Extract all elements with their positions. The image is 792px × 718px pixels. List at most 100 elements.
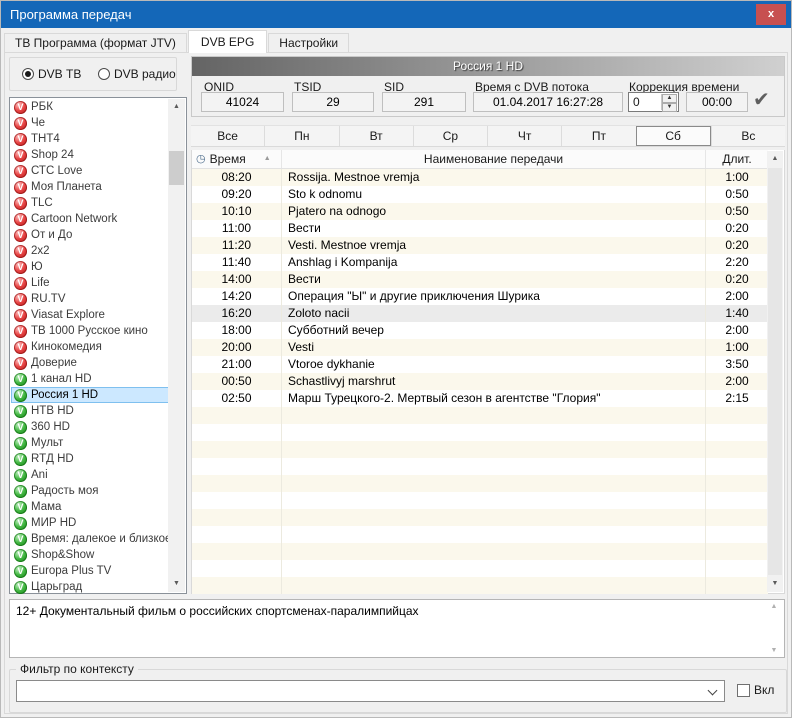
table-scrollbar[interactable]: ▲ ▼ [767, 151, 783, 592]
day-tab-Вс[interactable]: Вс [711, 126, 785, 146]
day-tab-Чт[interactable]: Чт [487, 126, 561, 146]
table-row[interactable]: 08:20Rossija. Mestnoe vremja1:00 [192, 169, 768, 186]
channel-item[interactable]: VEuropa Plus TV [11, 563, 169, 579]
scroll-down-icon[interactable]: ▼ [767, 576, 783, 592]
channel-item[interactable]: VКинокомедия [11, 339, 169, 355]
channel-item[interactable]: VРоссия 1 HD [11, 387, 169, 403]
scrollbar-thumb[interactable] [768, 168, 782, 575]
table-row[interactable]: 11:40Anshlag i Kompanija2:20 [192, 254, 768, 271]
channel-item[interactable]: VТНТ4 [11, 131, 169, 147]
table-row[interactable]: 20:00Vesti1:00 [192, 339, 768, 356]
column-header-time[interactable]: ◷ Время ▲ [192, 150, 282, 168]
title-bar[interactable]: Программа передач x [1, 1, 791, 28]
table-row[interactable]: 10:10Pjatero na odnogo0:50 [192, 203, 768, 220]
chevron-down-icon[interactable] [708, 686, 718, 696]
channel-item[interactable]: VНТВ HD [11, 403, 169, 419]
row-name [282, 543, 706, 560]
radio-dvb-tv-circle[interactable] [22, 68, 34, 80]
channel-item[interactable]: VRTД HD [11, 451, 169, 467]
channel-item[interactable]: VRU.TV [11, 291, 169, 307]
tsid-value: 29 [292, 92, 374, 112]
tab-2[interactable]: DVB EPG [188, 30, 267, 53]
tab-1[interactable]: ТВ Программа (формат JTV) [4, 33, 187, 53]
scroll-up-icon[interactable]: ▲ [168, 99, 185, 115]
table-row[interactable]: 18:00Субботний вечер2:00 [192, 322, 768, 339]
channel-item[interactable]: VЦарьград [11, 579, 169, 595]
day-tab-Ср[interactable]: Ср [413, 126, 487, 146]
channel-item[interactable]: VРадость моя [11, 483, 169, 499]
channel-item[interactable]: VAni [11, 467, 169, 483]
radio-dvb-tv[interactable]: DVB ТВ [22, 67, 81, 81]
channel-item[interactable]: VViasat Explore [11, 307, 169, 323]
day-tab-Пт[interactable]: Пт [561, 126, 635, 146]
correction-spinner-value[interactable]: 0 [633, 93, 640, 111]
table-row[interactable]: 00:50Schastlivyj marshrut2:00 [192, 373, 768, 390]
channel-name: Время: далекое и близкое [31, 533, 171, 545]
radio-dvb-radio[interactable]: DVB радио [98, 67, 176, 81]
filter-enable-checkbox[interactable] [737, 684, 750, 697]
row-duration: 2:00 [706, 373, 768, 390]
channel-item[interactable]: VРБК [11, 99, 169, 115]
row-name: Schastlivyj marshrut [282, 373, 706, 390]
table-row[interactable]: 09:20Sto k odnomu0:50 [192, 186, 768, 203]
tab-3[interactable]: Настройки [268, 33, 349, 53]
table-row[interactable]: 11:20Vesti. Mestnoe vremja0:20 [192, 237, 768, 254]
channel-item[interactable]: VЮ [11, 259, 169, 275]
scroll-down-icon[interactable]: ▼ [768, 647, 780, 654]
channel-item[interactable]: VLife [11, 275, 169, 291]
channel-item[interactable]: VТВ 1000 Русское кино [11, 323, 169, 339]
table-row[interactable]: 14:00Вести0:20 [192, 271, 768, 288]
channel-list-scrollbar[interactable]: ▲ ▼ [168, 99, 185, 592]
channel-item[interactable]: VЧе [11, 115, 169, 131]
channel-item[interactable]: VTLC [11, 195, 169, 211]
channel-item[interactable]: V1 канал HD [11, 371, 169, 387]
table-row[interactable]: 21:00Vtoroe dykhanie3:50 [192, 356, 768, 373]
column-header-duration[interactable]: Длит. [706, 150, 768, 168]
channel-icon: V [14, 501, 27, 514]
channel-item[interactable]: VОт и До [11, 227, 169, 243]
channel-item[interactable]: V2x2 [11, 243, 169, 259]
column-header-name[interactable]: Наименование передачи [282, 150, 706, 168]
channel-item[interactable]: VМама [11, 499, 169, 515]
channel-item[interactable]: V360 HD [11, 419, 169, 435]
channel-icon: V [14, 533, 27, 546]
spin-down-icon[interactable]: ▼ [662, 103, 677, 112]
radio-dvb-radio-circle[interactable] [98, 68, 110, 80]
table-row[interactable]: 02:50Марш Турецкого-2. Мертвый сезон в а… [192, 390, 768, 407]
channel-item[interactable]: V Время: далекое и близкое [11, 531, 169, 547]
channel-item[interactable]: VМульт [11, 435, 169, 451]
day-tab-Вт[interactable]: Вт [339, 126, 413, 146]
channel-item[interactable]: VShop 24 [11, 147, 169, 163]
channel-item[interactable]: VМоя Планета [11, 179, 169, 195]
row-duration [706, 543, 768, 560]
channel-item[interactable]: VМИР HD [11, 515, 169, 531]
apply-check-icon[interactable]: ✔ [753, 87, 770, 112]
channel-item[interactable]: VДоверие [11, 355, 169, 371]
clock-icon: ◷ [196, 154, 206, 165]
channel-item[interactable]: VShop&Show [11, 547, 169, 563]
close-button[interactable]: x [756, 4, 786, 25]
filter-combobox[interactable] [16, 680, 725, 702]
table-row-empty [192, 458, 768, 475]
scroll-down-icon[interactable]: ▼ [168, 576, 185, 592]
table-row[interactable]: 16:20Zoloto nacii1:40 [192, 305, 768, 322]
scrollbar-thumb[interactable] [169, 151, 184, 185]
channel-item[interactable]: VСТС Love [11, 163, 169, 179]
scroll-up-icon[interactable]: ▲ [768, 603, 780, 610]
day-tab-Пн[interactable]: Пн [264, 126, 338, 146]
channel-item[interactable]: VCartoon Network [11, 211, 169, 227]
radio-dvb-radio-label: DVB радио [114, 67, 176, 81]
day-tab-Все[interactable]: Все [191, 126, 264, 146]
table-row[interactable]: 11:00Вести0:20 [192, 220, 768, 237]
channel-icon: V [14, 357, 27, 370]
correction-spinner[interactable]: 0 ▲ ▼ [628, 92, 679, 112]
day-tab-Сб[interactable]: Сб [636, 126, 711, 146]
spin-up-icon[interactable]: ▲ [662, 94, 677, 103]
time-column-label: Время [210, 150, 246, 168]
scroll-up-icon[interactable]: ▲ [767, 151, 783, 167]
channel-name: 360 HD [31, 421, 70, 433]
row-name [282, 458, 706, 475]
row-name: Субботний вечер [282, 322, 706, 339]
table-row[interactable]: 14:20Операция "Ы" и другие приключения Ш… [192, 288, 768, 305]
row-name: Sto k odnomu [282, 186, 706, 203]
